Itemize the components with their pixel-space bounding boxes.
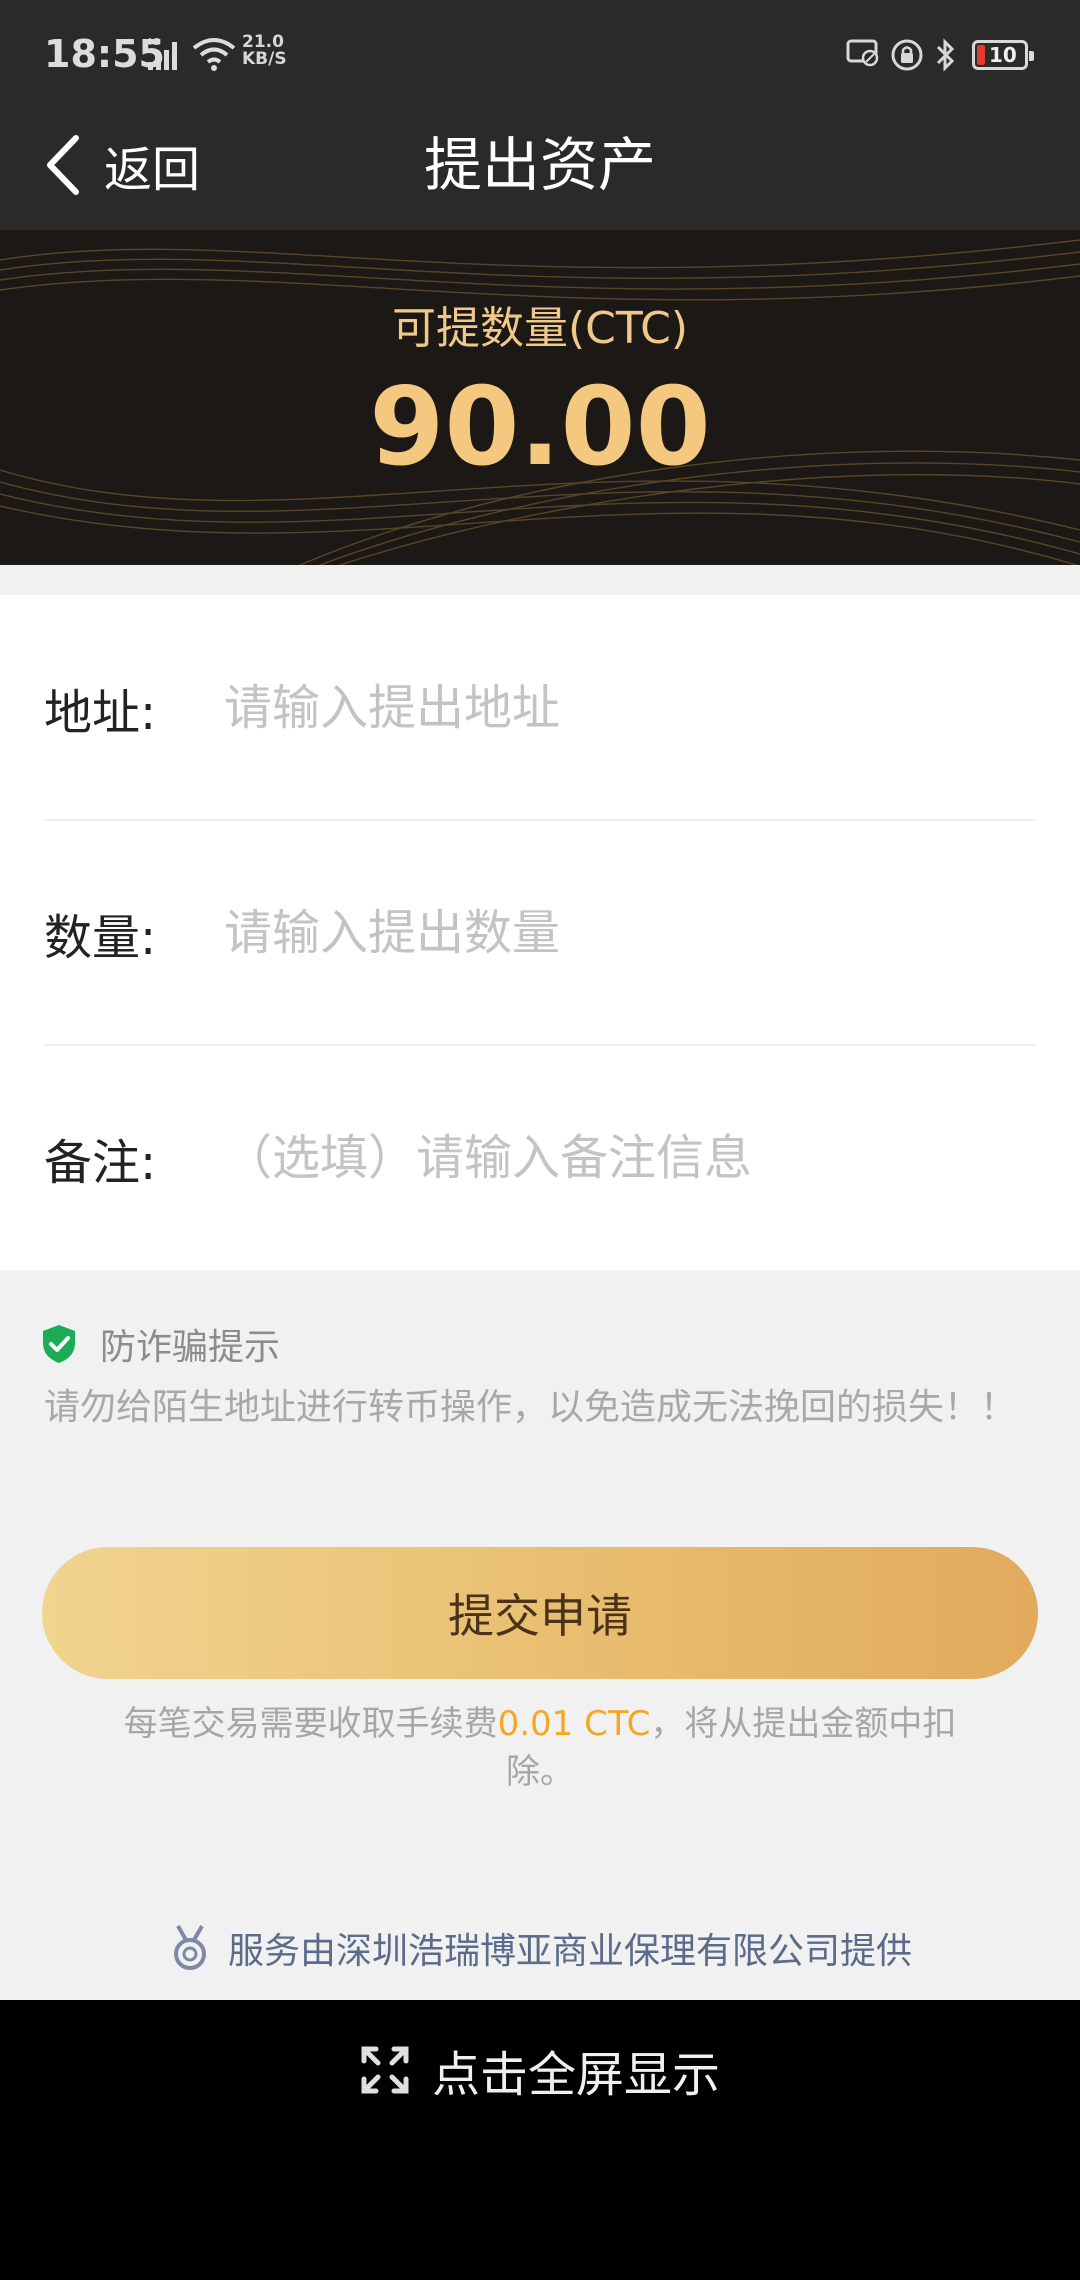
page-title: 提出资产 [423,131,656,199]
warning-text: 请勿给陌生地址进行转币操作，以免造成无法挽回的损失！！ [44,1387,1017,1428]
quantity-label: 数量: [44,909,157,966]
fee-amount: 0.01 CTC [497,1704,651,1744]
medal-icon [173,1925,206,1970]
fullscreen-label: 点击全屏显示 [432,2047,721,2103]
battery-level: 10 [989,43,1017,67]
address-row: 地址: [44,595,1036,820]
withdraw-form: 地址: 数量: 备注: [0,595,1080,1270]
speed-unit: KB/S [242,49,287,69]
rotation-lock-icon [891,39,923,71]
available-label: 可提数量(CTC) [391,303,689,354]
provider-text: 服务由深圳浩瑞博亚商业保理有限公司提供 [227,1931,912,1972]
fraud-warning-title: 防诈骗提示 [40,1318,280,1370]
available-amount: 90.00 [369,365,711,490]
warning-title-text: 防诈骗提示 [100,1327,281,1368]
note-row: 备注: [44,1045,1036,1270]
quantity-input[interactable] [224,904,1036,961]
wifi-icon [192,38,236,71]
status-bar: 18:55 4G 21.0 KB/S 10 [0,0,1080,110]
fee-notice: 每笔交易需要收取手续费0.01 CTC，将从提出金额中扣除。 [100,1700,980,1796]
battery-icon: 10 [972,40,1034,70]
note-input[interactable] [224,1129,1036,1186]
address-label: 地址: [44,684,157,741]
cellular-signal-icon: 4G [146,37,177,70]
nav-header: 返回 提出资产 [0,110,1080,230]
submit-button[interactable]: 提交申请 [42,1547,1038,1679]
top-bar: 18:55 4G 21.0 KB/S 10 返回 提出资产 [0,0,1080,230]
address-input[interactable] [224,679,1036,736]
provider-info: 服务由深圳浩瑞博亚商业保理有限公司提供 [0,1922,1080,1974]
network-type: 4G [146,37,160,48]
bluetooth-icon [936,38,955,72]
expand-icon [361,2046,409,2094]
fee-prefix: 每笔交易需要收取手续费 [123,1704,498,1744]
fullscreen-button[interactable]: 点击全屏显示 [360,2035,720,2105]
network-speed: 21.0 KB/S [242,34,287,68]
quantity-row: 数量: [44,820,1036,1045]
note-label: 备注: [44,1134,157,1191]
shield-check-icon [43,1325,75,1363]
app-screen: 18:55 4G 21.0 KB/S 10 返回 提出资产 可提数量(CTC) … [0,0,1080,2000]
balance-banner: 可提数量(CTC) 90.00 [0,230,1080,565]
fullscreen-bar: 点击全屏显示 [0,2000,1080,2280]
cast-icon [846,39,879,67]
